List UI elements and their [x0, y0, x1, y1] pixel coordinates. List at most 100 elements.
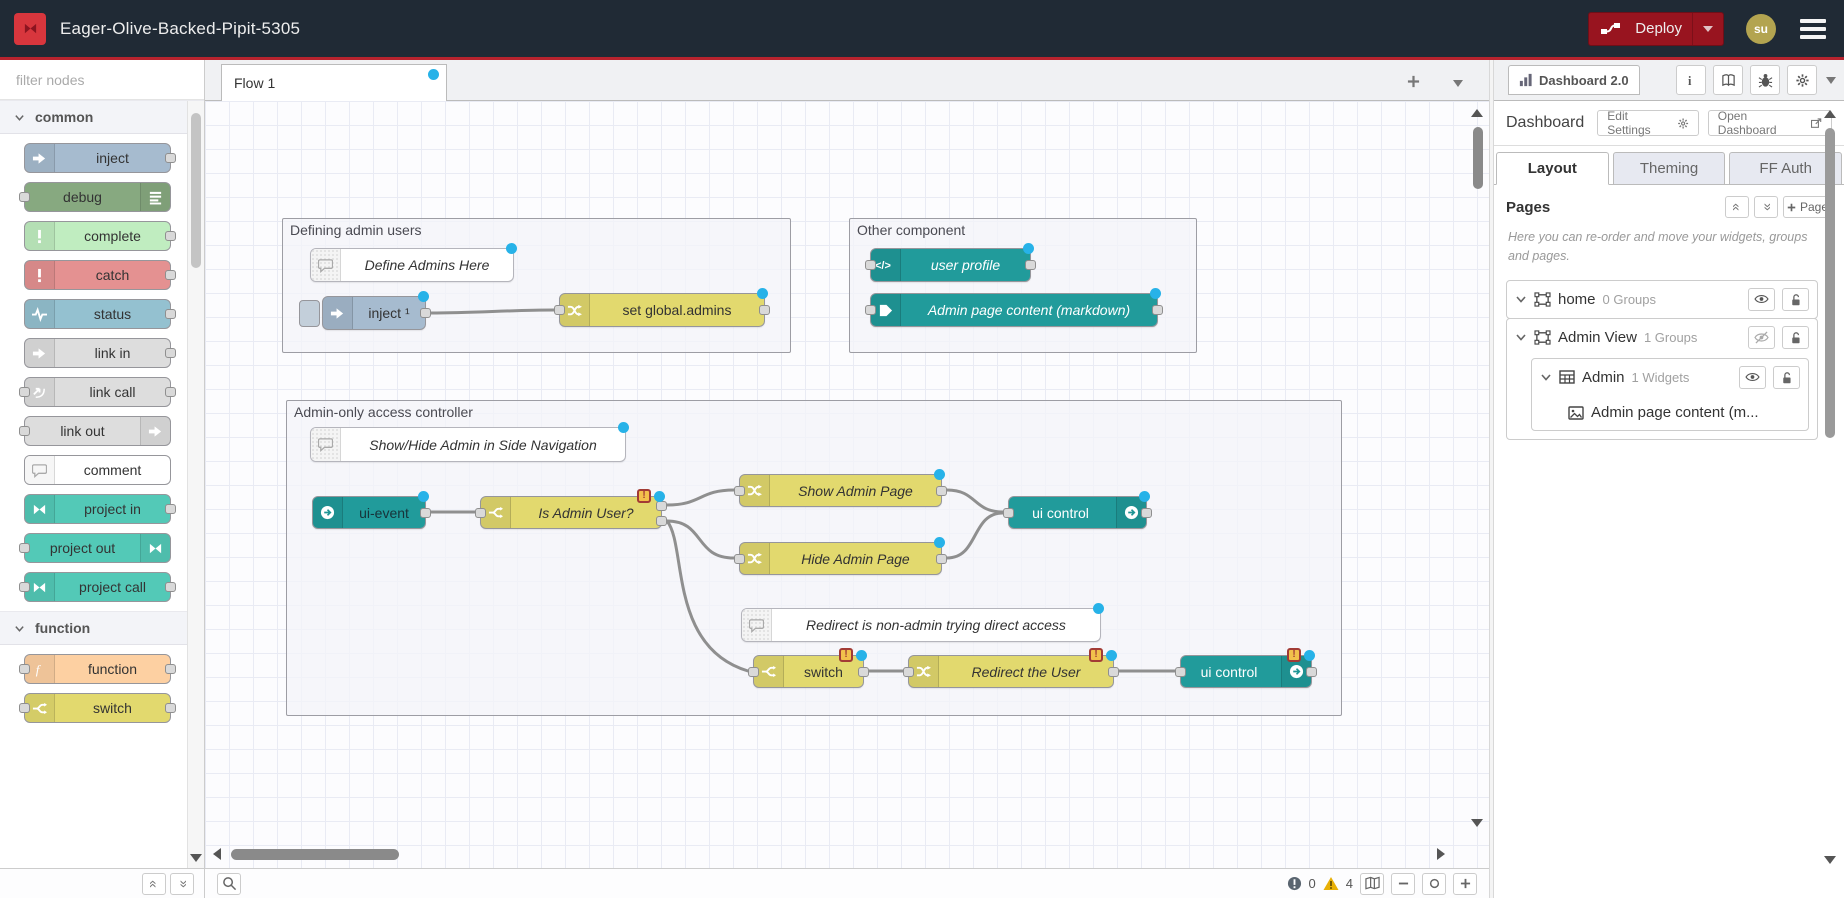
lock-toggle[interactable]: [1773, 366, 1800, 389]
input-port[interactable]: [19, 387, 30, 397]
palette-node-project-call[interactable]: project call: [24, 572, 171, 602]
open-dashboard-button[interactable]: Open Dashboard: [1708, 110, 1832, 136]
visibility-toggle[interactable]: [1748, 288, 1775, 311]
palette-node-project-out[interactable]: project out: [24, 533, 171, 563]
inject-trigger-button[interactable]: [299, 300, 320, 327]
zoom-out-button[interactable]: [1391, 873, 1415, 895]
chevron-down-icon[interactable]: [1515, 293, 1527, 305]
output-port[interactable]: [165, 231, 176, 241]
input-port[interactable]: [865, 260, 876, 270]
tab-flow-1[interactable]: Flow 1: [221, 64, 447, 101]
palette-node-inject[interactable]: inject: [24, 143, 171, 173]
debug-tab-button[interactable]: [1750, 65, 1780, 95]
canvas-scroll-down-icon[interactable]: [1471, 819, 1483, 827]
canvas-scroll-right-icon[interactable]: [1437, 848, 1445, 860]
info-tab-button[interactable]: i: [1676, 65, 1706, 95]
flow-canvas[interactable]: Defining admin users Other component Adm…: [205, 101, 1489, 868]
sidebar-menu-caret[interactable]: [1826, 77, 1836, 84]
output-port[interactable]: [165, 504, 176, 514]
palette-category-common[interactable]: common: [0, 100, 204, 134]
input-port[interactable]: [903, 667, 914, 677]
input-port[interactable]: [19, 543, 30, 553]
input-port[interactable]: [475, 508, 486, 518]
user-avatar[interactable]: su: [1746, 14, 1776, 44]
output-port[interactable]: [420, 308, 431, 318]
edit-settings-button[interactable]: Edit Settings: [1597, 110, 1699, 136]
canvas-scroll-left-icon[interactable]: [213, 848, 221, 860]
palette-node-function[interactable]: f function: [24, 654, 171, 684]
output-port[interactable]: [1306, 667, 1317, 677]
output-port[interactable]: [1152, 305, 1163, 315]
node-ui-control-top[interactable]: ui control: [1008, 496, 1147, 529]
input-port[interactable]: [19, 703, 30, 713]
palette-scrollbar[interactable]: [187, 101, 204, 868]
expand-pages-button[interactable]: «: [1754, 196, 1778, 218]
output-port-2[interactable]: [656, 516, 667, 526]
palette-node-link-call[interactable]: link call: [24, 377, 171, 407]
tree-row-widget[interactable]: Admin page content (m...: [1532, 396, 1808, 430]
input-port[interactable]: [734, 486, 745, 496]
palette-node-debug[interactable]: debug: [24, 182, 171, 212]
minimap-button[interactable]: [1360, 873, 1384, 895]
palette-node-switch[interactable]: switch: [24, 693, 171, 723]
palette-node-comment[interactable]: comment: [24, 455, 171, 485]
input-port[interactable]: [1175, 667, 1186, 677]
palette-node-project-in[interactable]: project in: [24, 494, 171, 524]
output-port[interactable]: [165, 309, 176, 319]
output-port[interactable]: [858, 667, 869, 677]
canvas-vertical-scrollbar[interactable]: [1473, 127, 1483, 189]
visibility-toggle[interactable]: [1739, 366, 1766, 389]
tree-row-admin-view[interactable]: Admin View 1 Groups: [1507, 319, 1817, 356]
node-show-admin-page[interactable]: Show Admin Page: [739, 474, 942, 507]
collapse-pages-button[interactable]: «: [1725, 196, 1749, 218]
chevron-down-icon[interactable]: [1515, 331, 1527, 343]
input-port[interactable]: [1003, 508, 1014, 518]
zoom-in-button[interactable]: [1453, 873, 1477, 895]
collapse-all-button[interactable]: «: [142, 873, 166, 895]
add-flow-button[interactable]: [1401, 70, 1425, 92]
output-port[interactable]: [1141, 508, 1152, 518]
input-port[interactable]: [748, 667, 759, 677]
input-port[interactable]: [19, 192, 30, 202]
output-port[interactable]: [165, 387, 176, 397]
input-port[interactable]: [734, 554, 745, 564]
deploy-caret[interactable]: [1692, 13, 1723, 45]
deploy-button[interactable]: Deploy: [1588, 12, 1724, 46]
canvas-horizontal-scrollbar[interactable]: [231, 849, 399, 860]
node-ui-control-bottom[interactable]: ui control: [1180, 655, 1312, 688]
palette-node-catch[interactable]: catch: [24, 260, 171, 290]
output-port[interactable]: [165, 703, 176, 713]
node-user-profile[interactable]: </> user profile: [870, 248, 1031, 282]
search-flows-button[interactable]: [217, 873, 241, 895]
main-menu-icon[interactable]: [1796, 15, 1830, 43]
output-port-1[interactable]: [656, 501, 667, 511]
node-comment-define-admins[interactable]: Define Admins Here: [310, 248, 514, 282]
tab-theming[interactable]: Theming: [1613, 152, 1726, 185]
input-port[interactable]: [19, 426, 30, 436]
input-port[interactable]: [554, 305, 565, 315]
node-admin-page-content[interactable]: Admin page content (markdown): [870, 293, 1158, 327]
palette-filter-input[interactable]: [16, 72, 197, 88]
lock-toggle[interactable]: [1782, 288, 1809, 311]
output-port[interactable]: [1108, 667, 1119, 677]
node-switch[interactable]: switch: [753, 655, 864, 688]
flow-list-caret[interactable]: [1453, 74, 1463, 92]
expand-all-button[interactable]: «: [170, 873, 194, 895]
input-port[interactable]: [19, 664, 30, 674]
output-port[interactable]: [165, 582, 176, 592]
sidebar-scrollbar[interactable]: [1825, 128, 1835, 438]
node-set-global-admins[interactable]: set global.admins: [559, 293, 765, 327]
tab-dashboard-2[interactable]: Dashboard 2.0: [1508, 65, 1640, 95]
node-redirect-the-user[interactable]: Redirect the User: [908, 655, 1114, 688]
output-port[interactable]: [165, 664, 176, 674]
node-comment-redirect[interactable]: Redirect is non-admin trying direct acce…: [741, 608, 1101, 642]
output-port[interactable]: [1025, 260, 1036, 270]
sidebar-scroll-up-icon[interactable]: [1824, 110, 1836, 118]
input-port[interactable]: [865, 305, 876, 315]
help-tab-button[interactable]: [1713, 65, 1743, 95]
palette-node-complete[interactable]: complete: [24, 221, 171, 251]
output-port[interactable]: [759, 305, 770, 315]
output-port[interactable]: [165, 153, 176, 163]
node-is-admin-user[interactable]: Is Admin User?: [480, 496, 662, 529]
output-port[interactable]: [165, 348, 176, 358]
